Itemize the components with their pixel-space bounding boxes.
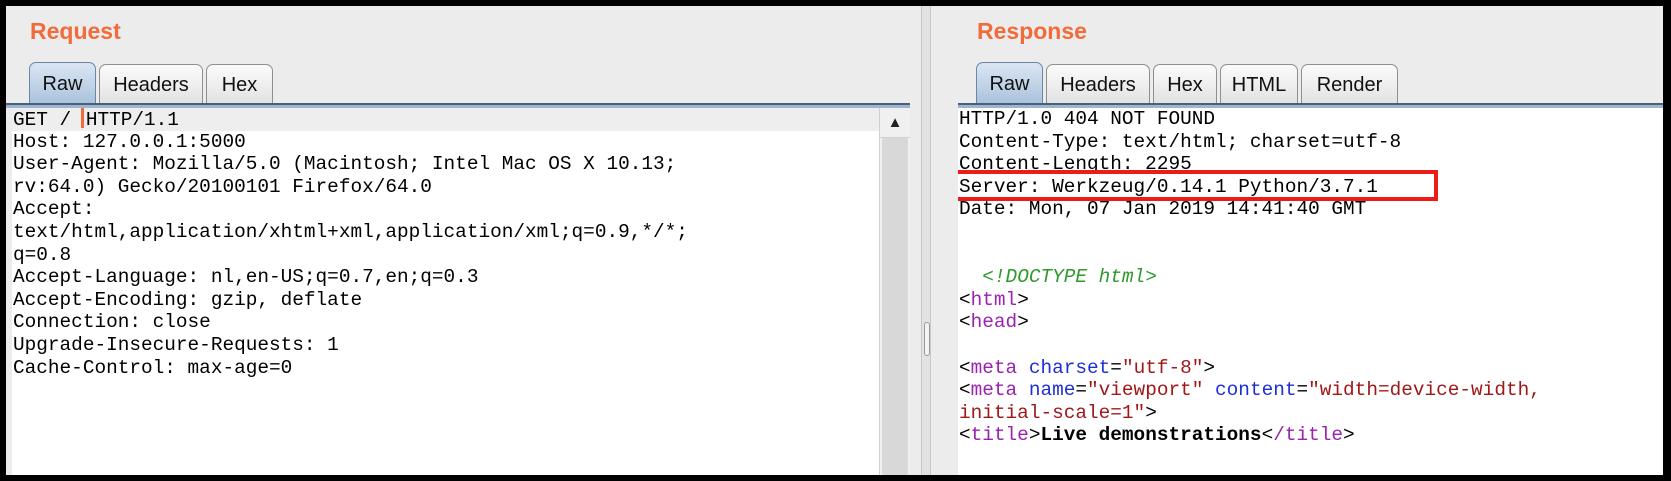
response-header-line: Date: Mon, 07 Jan 2019 14:41:40 GMT [959, 198, 1367, 221]
request-scrollbar[interactable]: ▲ [879, 108, 910, 475]
request-header-line: Accept-Encoding: gzip, deflate [13, 288, 363, 311]
scroll-up-arrow-icon[interactable]: ▲ [880, 108, 910, 138]
tag-name: /title [1273, 424, 1344, 447]
request-protocol: HTTP/1.1 [85, 109, 179, 131]
attribute-name: name [1028, 379, 1076, 402]
request-pane: Request Raw Headers Hex GET / HTTP/1.1 H… [6, 6, 921, 475]
response-tab-hex[interactable]: Hex [1153, 64, 1217, 105]
tag-name: html [970, 288, 1018, 311]
meta-viewport-continued-line: initial-scale=1"> [959, 401, 1157, 424]
request-header-line: Connection: close [13, 311, 211, 334]
request-tab-headers[interactable]: Headers [99, 64, 203, 105]
request-header-line: rv:64.0) Gecko/20100101 Firefox/64.0 [13, 175, 432, 198]
response-editor[interactable]: HTTP/1.0 404 NOT FOUND Content-Type: tex… [958, 108, 1663, 475]
response-tab-html[interactable]: HTML [1220, 64, 1298, 105]
doctype-line: <!DOCTYPE html> [958, 266, 1663, 289]
title-text: Live demonstrations [1040, 424, 1262, 447]
attribute-value: "utf-8" [1121, 356, 1204, 379]
meta-charset-line: <meta charset="utf-8"> [959, 356, 1216, 379]
request-header-line: Upgrade-Insecure-Requests: 1 [13, 333, 339, 356]
scroll-thumb[interactable] [882, 138, 908, 475]
response-pane: Response Raw Headers Hex HTML Render HTT… [931, 6, 1663, 475]
request-title: Request [30, 18, 121, 44]
response-tab-headers[interactable]: Headers [1046, 64, 1150, 105]
head-open-line: <head> [959, 311, 1029, 334]
response-header-line: Content-Type: text/html; charset=utf-8 [959, 130, 1402, 153]
request-header-line: Accept-Language: nl,en-US;q=0.7,en;q=0.3 [13, 266, 479, 289]
divider-grip-icon[interactable] [924, 322, 930, 356]
title-line: <title>Live demonstrations</title> [959, 424, 1355, 447]
request-method-path: GET / [13, 109, 72, 131]
request-header-line: User-Agent: Mozilla/5.0 (Macintosh; Inte… [13, 153, 677, 176]
doctype-token: <!DOCTYPE html> [982, 266, 1157, 289]
request-editor[interactable]: GET / HTTP/1.1 Host: 127.0.0.1:5000 User… [12, 108, 879, 475]
request-header-line: q=0.8 [13, 243, 72, 266]
request-tabs: Raw Headers Hex [29, 62, 276, 105]
tag-name: meta [970, 356, 1018, 379]
attribute-value: "width=device-width, [1308, 379, 1541, 402]
attribute-name: content [1215, 379, 1297, 402]
attribute-value: "viewport" [1087, 379, 1204, 402]
request-header-line: Cache-Control: max-age=0 [13, 356, 293, 379]
response-tab-raw[interactable]: Raw [976, 62, 1043, 105]
attribute-name: charset [1028, 356, 1111, 379]
response-tabs: Raw Headers Hex HTML Render [976, 62, 1401, 105]
request-tab-hex[interactable]: Hex [206, 64, 273, 105]
html-open-line: <html> [959, 288, 1029, 311]
response-status-line: HTTP/1.0 404 NOT FOUND [959, 108, 1215, 130]
response-title: Response [977, 18, 1087, 44]
tag-name: title [970, 424, 1029, 447]
response-tab-render[interactable]: Render [1301, 64, 1398, 105]
request-header-line: Accept: [13, 198, 95, 221]
split-pane-divider[interactable] [921, 6, 931, 475]
http-message-viewer: Request Raw Headers Hex GET / HTTP/1.1 H… [6, 6, 1663, 475]
tag-name: meta [970, 379, 1018, 402]
meta-viewport-line: <meta name="viewport" content="width=dev… [959, 379, 1541, 402]
request-header-line: text/html,application/xhtml+xml,applicat… [13, 220, 688, 243]
attribute-value: initial-scale=1" [959, 401, 1146, 424]
tag-name: head [970, 311, 1018, 334]
server-header-highlight-box [958, 170, 1438, 201]
request-line: GET / HTTP/1.1 [12, 108, 879, 131]
request-tab-raw[interactable]: Raw [29, 62, 96, 105]
text-caret [80, 108, 84, 128]
request-header-line: Host: 127.0.0.1:5000 [13, 130, 246, 153]
